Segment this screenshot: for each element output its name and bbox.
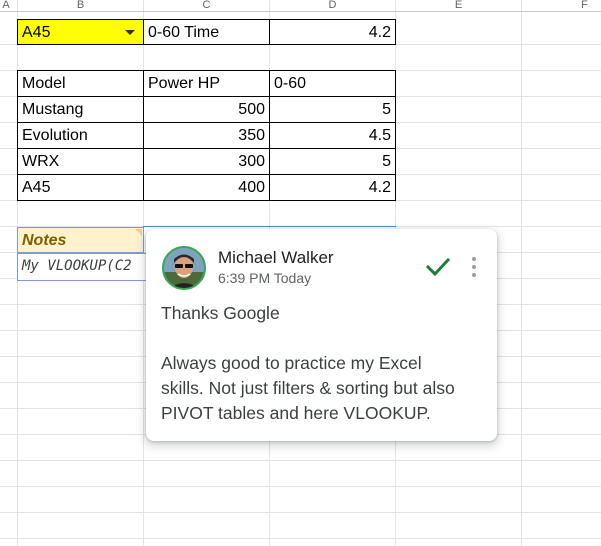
table-header-model[interactable]: Model: [17, 70, 144, 97]
model-selector-cell[interactable]: A45: [17, 19, 144, 45]
comment-card[interactable]: Michael Walker 6:39 PM Today Thanks Goog…: [146, 229, 497, 441]
comment-line: Thanks Google: [161, 303, 280, 323]
comment-line: Always good to practice my Excel: [161, 353, 422, 373]
table-header-power[interactable]: Power HP: [143, 70, 270, 97]
comment-timestamp: 6:39 PM Today: [218, 270, 312, 286]
table-cell-model[interactable]: Mustang: [17, 96, 144, 123]
table-header-0-60[interactable]: 0-60: [269, 70, 396, 97]
notes-header-cell[interactable]: Notes: [17, 227, 144, 253]
resolve-check-icon[interactable]: [425, 256, 451, 278]
table-cell-0-60[interactable]: 4.2: [269, 174, 396, 201]
grid-line: [521, 0, 522, 546]
avatar-image: [164, 248, 204, 288]
more-options-dot: [472, 257, 476, 261]
grid-line: [0, 486, 601, 487]
dropdown-arrow-icon[interactable]: [125, 30, 135, 35]
comment-indicator-icon: [135, 229, 142, 236]
table-cell-power[interactable]: 300: [143, 148, 270, 175]
lookup-result-cell[interactable]: 4.2: [269, 19, 396, 45]
table-cell-power[interactable]: 500: [143, 96, 270, 123]
avatar-photo[interactable]: [162, 246, 206, 290]
table-cell-0-60[interactable]: 5: [269, 148, 396, 175]
table-cell-model[interactable]: WRX: [17, 148, 144, 175]
notes-label: Notes: [22, 232, 67, 249]
comment-line: skills. Not just filters & sorting but a…: [161, 378, 455, 398]
table-cell-model[interactable]: A45: [17, 174, 144, 201]
more-options-dot: [472, 265, 476, 269]
more-options-icon[interactable]: [468, 255, 480, 279]
table-cell-0-60[interactable]: 5: [269, 96, 396, 123]
grid-line: [0, 538, 601, 539]
notes-formula-cell[interactable]: My VLOOKUP(C2: [17, 253, 147, 281]
selection-outline: [143, 226, 396, 227]
comment-author: Michael Walker: [218, 248, 334, 267]
table-cell-power[interactable]: 400: [143, 174, 270, 201]
lookup-label-cell[interactable]: 0-60 Time: [143, 19, 270, 45]
comment-line: PIVOT tables and here VLOOKUP.: [161, 403, 431, 423]
grid-line: [0, 512, 601, 513]
model-selector-value: A45: [22, 24, 51, 41]
grid-line: [0, 460, 601, 461]
table-cell-model[interactable]: Evolution: [17, 122, 144, 149]
grid-line: [0, 11, 601, 12]
table-cell-power[interactable]: 350: [143, 122, 270, 149]
table-cell-0-60[interactable]: 4.5: [269, 122, 396, 149]
more-options-dot: [472, 273, 476, 277]
